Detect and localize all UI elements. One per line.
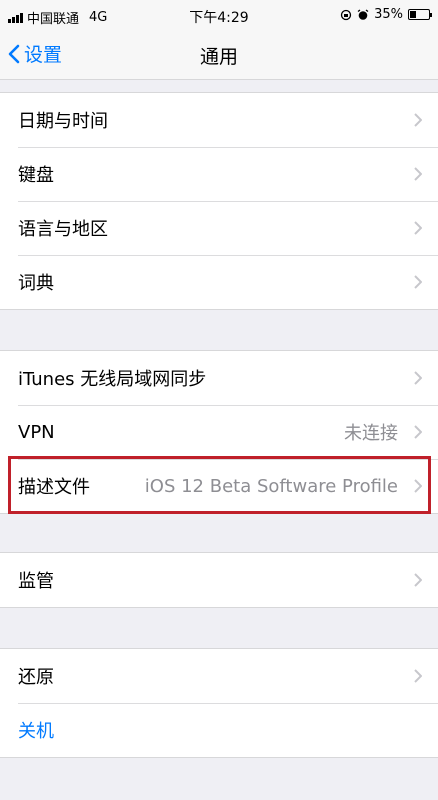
chevron-right-icon — [414, 669, 422, 683]
chevron-right-icon — [414, 221, 422, 235]
shut-down-label: 关机 — [18, 721, 54, 742]
row-label: VPN — [18, 421, 55, 443]
chevron-right-icon — [414, 113, 422, 127]
chevron-right-icon — [414, 425, 422, 439]
settings-group-general: 日期与时间 键盘 语言与地区 词典 — [0, 92, 438, 310]
page-title: 通用 — [199, 46, 238, 68]
chevron-right-icon — [414, 167, 422, 181]
row-label: 描述文件 — [18, 477, 90, 498]
battery-icon — [408, 9, 432, 20]
status-bar: 中国联通 4G 下午4:29 35% — [0, 0, 438, 32]
row-supervision[interactable]: 监管 — [0, 553, 438, 607]
profile-name-value: iOS 12 Beta Software Profile — [144, 475, 398, 497]
row-label: 还原 — [18, 667, 54, 688]
row-label: 键盘 — [18, 165, 54, 186]
settings-group-reset: 还原 关机 — [0, 648, 438, 758]
navigation-bar: 设置 通用 — [0, 32, 438, 80]
row-label: 监管 — [18, 571, 54, 592]
row-label: 语言与地区 — [18, 219, 108, 240]
battery-percent: 35% — [374, 7, 403, 22]
row-reset[interactable]: 还原 — [0, 649, 438, 703]
row-date-time[interactable]: 日期与时间 — [0, 93, 438, 147]
chevron-right-icon — [414, 573, 422, 587]
settings-group-supervision: 监管 — [0, 552, 438, 608]
chevron-right-icon — [414, 479, 422, 493]
chevron-right-icon — [414, 371, 422, 385]
status-right: 35% — [340, 7, 432, 22]
vpn-status-value: 未连接 — [344, 423, 398, 444]
row-language-region[interactable]: 语言与地区 — [0, 201, 438, 255]
row-label: 日期与时间 — [18, 111, 108, 132]
chevron-right-icon — [414, 275, 422, 289]
row-dictionary[interactable]: 词典 — [0, 255, 438, 309]
row-itunes-wifi-sync[interactable]: iTunes 无线局域网同步 — [0, 351, 438, 405]
row-shut-down[interactable]: 关机 — [0, 703, 438, 757]
row-label: 词典 — [18, 273, 54, 294]
row-label: iTunes 无线局域网同步 — [18, 369, 207, 390]
row-vpn[interactable]: VPN 未连接 — [0, 405, 438, 459]
orientation-lock-icon — [340, 9, 352, 20]
alarm-clock-icon — [357, 8, 369, 20]
row-keyboard[interactable]: 键盘 — [0, 147, 438, 201]
settings-group-sync: iTunes 无线局域网同步 VPN 未连接 描述文件 iOS 12 Beta … — [0, 350, 438, 514]
row-profiles[interactable]: 描述文件 iOS 12 Beta Software Profile — [0, 459, 438, 513]
